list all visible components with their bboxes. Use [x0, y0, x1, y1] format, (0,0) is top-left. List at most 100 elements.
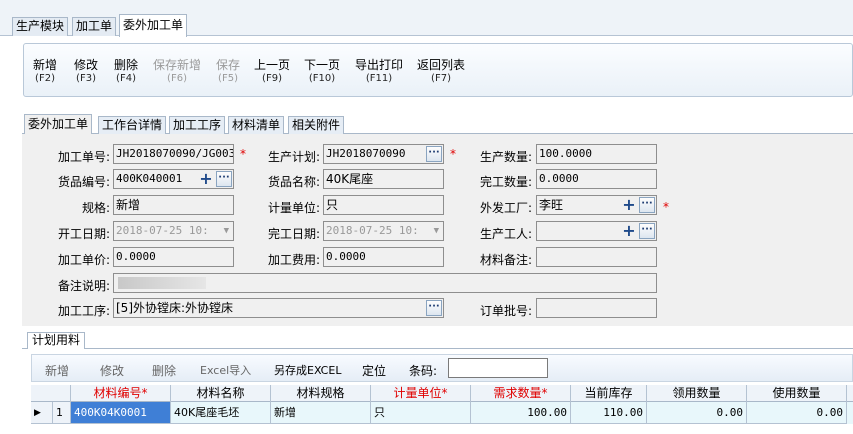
cell-taken-qty[interactable]: 0.00 [647, 402, 747, 424]
cell-current-stock[interactable]: 110.00 [571, 402, 647, 424]
cell-unit[interactable]: 只 [371, 402, 471, 424]
locate-button[interactable]: 定位 [362, 362, 386, 379]
worker-lookup-icon[interactable]: ··· [639, 223, 655, 239]
fee-field[interactable]: 0.0000 [323, 247, 444, 267]
tab-outsourced-form[interactable]: 委外加工单 [24, 114, 93, 134]
end-date-value: 2018-07-25 10: [326, 224, 419, 237]
edit-key: (F3) [76, 73, 96, 84]
row-index: 1 [53, 402, 71, 424]
factory-lookup-icon[interactable]: ··· [639, 197, 655, 213]
goods-name-field[interactable]: 40K尾座 [323, 169, 444, 189]
add-goods-icon[interactable]: + [198, 171, 214, 187]
table-row[interactable]: ▶ 1 400K04K0001 40K尾座毛坯 新增 只 100.00 110.… [31, 402, 853, 424]
grid-edit-button[interactable]: 修改 [100, 362, 124, 379]
col-material-code[interactable]: 材料编号* [71, 385, 171, 402]
prev-page-button[interactable]: 上一页 (F9) [254, 59, 290, 85]
col-material-name[interactable]: 材料名称 [171, 385, 271, 402]
start-date-picker[interactable]: 2018-07-25 10: ▼ [113, 221, 234, 241]
add-button[interactable]: 新增 (F2) [33, 59, 57, 85]
col-taken-qty[interactable]: 领用数量 [647, 385, 747, 402]
main-toolbar: 新增 (F2) 修改 (F3) 删除 (F4) 保存新增 (F6) 保存 (F5) 上一页… [23, 43, 853, 97]
col-current-stock[interactable]: 当前库存 [571, 385, 647, 402]
price-label: 加工单价: [57, 253, 110, 267]
process-field[interactable]: [5]外协镗床:外协镗床 [113, 298, 444, 318]
end-date-picker[interactable]: 2018-07-25 10: ▼ [323, 221, 444, 241]
required-mark: * [240, 147, 246, 161]
spec-label: 规格: [81, 201, 110, 215]
next-page-button[interactable]: 下一页 (F10) [304, 59, 340, 85]
col-demand-qty[interactable]: 需求数量* [471, 385, 571, 402]
barcode-label: 条码: [409, 364, 438, 378]
edit-label: 修改 [74, 58, 99, 72]
row-header-corner [31, 385, 71, 402]
excel-import-button[interactable]: Excel导入 [200, 362, 251, 378]
goods-no-label: 货品编号: [57, 175, 110, 189]
chevron-down-icon: ▼ [433, 226, 439, 236]
chevron-down-icon: ▼ [223, 226, 229, 236]
prev-page-label: 上一页 [254, 58, 291, 72]
save-as-excel-button[interactable]: 另存成EXCEL [274, 362, 341, 378]
goods-name-label: 货品名称: [267, 175, 320, 189]
process-lookup-icon[interactable]: ··· [426, 300, 442, 316]
tab-attachments[interactable]: 相关附件 [288, 116, 345, 134]
process-label: 加工工序: [57, 304, 110, 318]
back-to-list-button[interactable]: 返回列表 (F7) [417, 59, 465, 85]
delete-button[interactable]: 删除 (F4) [114, 59, 138, 85]
next-page-key: (F10) [308, 73, 336, 84]
remark-label: 备注说明: [57, 279, 110, 293]
add-label: 新增 [33, 58, 58, 72]
cell-demand-qty[interactable]: 100.00 [471, 402, 571, 424]
start-date-label: 开工日期: [57, 227, 110, 241]
col-material-spec[interactable]: 材料规格 [271, 385, 371, 402]
material-note-field[interactable] [536, 247, 657, 267]
tab-work-order[interactable]: 加工单 [72, 17, 117, 36]
save-new-button[interactable]: 保存新增 (F6) [153, 59, 201, 85]
qty-label: 生产数量: [479, 150, 532, 164]
unit-field[interactable]: 只 [323, 195, 444, 215]
add-key: (F2) [35, 73, 55, 84]
cell-material-code[interactable]: 400K04K0001 [71, 402, 171, 424]
fee-label: 加工费用: [267, 253, 320, 267]
delete-key: (F4) [116, 73, 136, 84]
tab-material-list[interactable]: 材料清单 [228, 116, 285, 134]
tab-workbench-detail[interactable]: 工作台详情 [98, 116, 167, 134]
spec-field[interactable]: 新增 [113, 195, 234, 215]
grid-delete-button[interactable]: 删除 [152, 362, 176, 379]
grid-add-button[interactable]: 新增 [45, 362, 69, 379]
grid-header: 材料编号* 材料名称 材料规格 计量单位* 需求数量* 当前库存 领用数量 使用… [31, 385, 853, 402]
remark-field[interactable] [113, 273, 657, 293]
end-date-label: 完工日期: [267, 227, 320, 241]
barcode-input[interactable] [448, 358, 548, 378]
add-factory-icon[interactable]: + [621, 197, 637, 213]
tab-process[interactable]: 加工工序 [169, 116, 226, 134]
cell-material-name[interactable]: 40K尾座毛坯 [171, 402, 271, 424]
tab-outsourced-order[interactable]: 委外加工单 [119, 14, 188, 37]
save-label: 保存 [216, 58, 241, 72]
tab-production-module[interactable]: 生产模块 [12, 17, 69, 36]
col-used-qty[interactable]: 使用数量 [747, 385, 847, 402]
redacted-blur [118, 277, 206, 289]
col-unit[interactable]: 计量单位* [371, 385, 471, 402]
material-note-label: 材料备注: [479, 253, 532, 267]
row-indicator-icon: ▶ [31, 402, 53, 424]
edit-button[interactable]: 修改 (F3) [74, 59, 98, 85]
plan-label: 生产计划: [267, 150, 320, 164]
cell-used-qty[interactable]: 0.00 [747, 402, 847, 424]
price-field[interactable]: 0.0000 [113, 247, 234, 267]
export-print-button[interactable]: 导出打印 (F11) [355, 59, 403, 85]
batch-label: 订单批号: [479, 304, 532, 318]
add-worker-icon[interactable]: + [621, 223, 637, 239]
tab-plan-material[interactable]: 计划用料 [27, 332, 86, 349]
plan-lookup-icon[interactable]: ··· [426, 146, 442, 162]
order-no-field[interactable]: JH2018070090/JG003 [113, 144, 234, 164]
order-no-label: 加工单号: [57, 150, 110, 164]
delete-label: 删除 [114, 58, 139, 72]
prev-page-key: (F9) [262, 73, 282, 84]
batch-field[interactable] [536, 298, 657, 318]
goods-lookup-icon[interactable]: ··· [216, 171, 232, 187]
start-date-value: 2018-07-25 10: [116, 224, 209, 237]
cell-material-spec[interactable]: 新增 [271, 402, 371, 424]
save-button[interactable]: 保存 (F5) [216, 59, 240, 85]
done-qty-field[interactable]: 0.0000 [536, 169, 657, 189]
qty-field[interactable]: 100.0000 [536, 144, 657, 164]
